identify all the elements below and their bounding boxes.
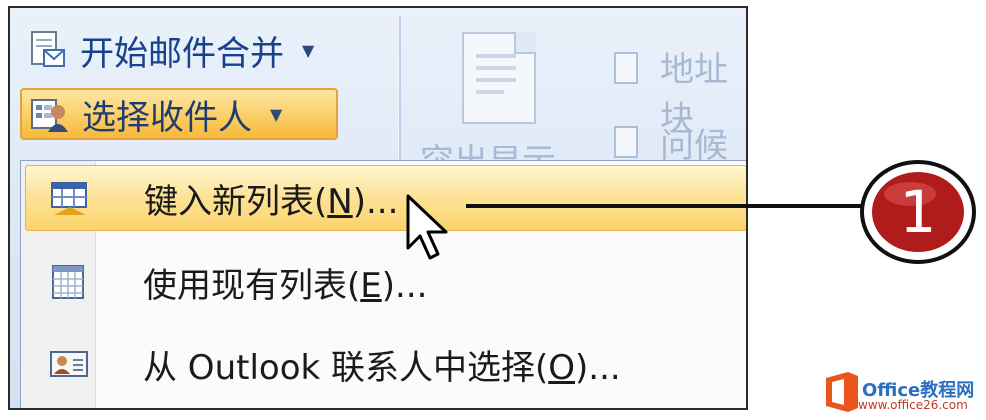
callout-line [466,204,862,208]
select-recipients-icon [31,99,68,132]
menu-item-type-new-list[interactable]: 键入新列表(N)... [25,165,746,231]
mouse-cursor-icon [406,194,448,260]
ribbon-group-separator [398,16,401,166]
menu-item-label: 键入新列表(N)... [144,181,399,222]
chevron-down-icon: ▼ [270,104,283,124]
chevron-down-icon: ▼ [302,40,315,60]
mail-merge-doc-icon [31,31,65,67]
word-ribbon-window: 开始邮件合并 ▼ 选择收件人 ▼ 突出显示 地址块 问候语 [8,6,748,410]
callout-badge-icon: 1 [860,160,976,264]
start-mail-merge-button[interactable]: 开始邮件合并 ▼ [20,24,380,76]
menu-item-outlook-contacts[interactable]: 从 Outlook 联系人中选择(O)... [25,331,746,397]
address-block-icon [614,52,638,84]
select-recipients-menu: 键入新列表(N)... 使用现有列表(E)... 从 Outlook 联系人中选… [20,160,746,408]
office-logo-icon [826,372,858,412]
menu-item-use-existing-list[interactable]: 使用现有列表(E)... [25,249,746,315]
highlight-fields-doc-icon [462,32,536,124]
menu-item-label: 使用现有列表(E)... [143,265,428,306]
contact-card-icon [50,351,88,377]
callout-number: 1 [900,178,937,246]
select-recipients-label: 选择收件人 [82,97,252,138]
new-list-table-icon [51,182,87,215]
menu-item-label: 从 Outlook 联系人中选择(O)... [143,347,621,388]
select-recipients-button[interactable]: 选择收件人 ▼ [20,88,338,140]
existing-list-grid-icon [52,265,84,299]
start-mail-merge-label: 开始邮件合并 [80,33,284,74]
greeting-line-icon [614,126,638,158]
watermark-url: www.office26.com [858,398,968,412]
